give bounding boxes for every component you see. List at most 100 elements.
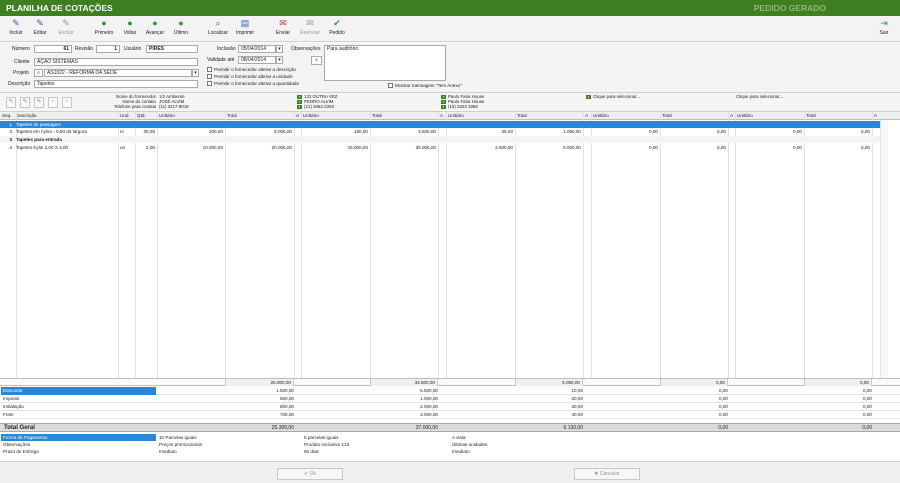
extra-row-instalacao[interactable]: Instalação 600,00 2.000,00 30,00 0,00 0,… bbox=[0, 403, 900, 411]
col-und[interactable]: Und. bbox=[120, 112, 134, 120]
table-row[interactable]: 1 Tapetes de passagem bbox=[0, 121, 880, 128]
send-icon: ✉ bbox=[279, 18, 287, 28]
calendar-dropdown-icon[interactable]: ▾ bbox=[276, 56, 283, 64]
col-a[interactable]: A bbox=[440, 112, 444, 120]
excluir-button[interactable]: ✎ Excluir bbox=[56, 18, 76, 40]
numero-field[interactable]: 61 bbox=[34, 45, 72, 53]
allow-description-checkbox[interactable]: Permitir o fornecedor alterar a descriçã… bbox=[207, 67, 296, 73]
col-unitario[interactable]: Unitário bbox=[448, 112, 508, 120]
table-row[interactable]: 2 Tapetes em nylon - 0,50 de largura m 3… bbox=[0, 128, 880, 135]
total-geral-row: Total Geral 25.300,00 37.000,00 6.130,00… bbox=[0, 423, 900, 432]
extra-row-frete[interactable]: Frete 700,00 3.000,00 40,00 0,00 0,00 bbox=[0, 411, 900, 419]
col-total[interactable]: Total bbox=[517, 112, 577, 120]
chevron-down-icon[interactable]: ▾ bbox=[192, 69, 199, 77]
column-divider bbox=[583, 112, 584, 378]
imprimir-button[interactable]: ▤ Imprimir bbox=[234, 18, 256, 40]
descricao-label: Descrição bbox=[8, 81, 31, 87]
supplier-column-3[interactable]: x Clique para selecionar... bbox=[586, 94, 640, 99]
supplier-column-4[interactable]: Clique para selecionar... bbox=[736, 94, 783, 99]
usuario-field[interactable]: PIRES bbox=[146, 45, 198, 53]
grid-tool-icon[interactable]: ✎ bbox=[20, 97, 30, 108]
incluir-button[interactable]: ✎ Incluir bbox=[6, 18, 26, 40]
grid-totals: 26.000,00 34.500,00 6.050,00 0,00 0,00 bbox=[0, 378, 900, 386]
cancelar-button[interactable]: ✖ Cancelar bbox=[574, 468, 640, 480]
pedido-button[interactable]: ✔ Pedido bbox=[326, 18, 348, 40]
revisao-field[interactable]: 1 bbox=[96, 45, 120, 53]
col-seq[interactable]: Seq. bbox=[2, 112, 16, 120]
column-divider bbox=[728, 112, 729, 378]
col-unitario[interactable]: Unitário bbox=[159, 112, 219, 120]
col-total[interactable]: Total bbox=[227, 112, 287, 120]
ultimo-button[interactable]: ● Último bbox=[171, 18, 191, 40]
grid-tool-icon[interactable]: ✎ bbox=[6, 97, 16, 108]
grid-tool-icon[interactable]: ✎ bbox=[34, 97, 44, 108]
col-unitario[interactable]: Unitário bbox=[303, 112, 363, 120]
col-descricao[interactable]: Descrição bbox=[16, 112, 116, 120]
column-divider bbox=[872, 112, 873, 378]
enviar-button[interactable]: ✉ Enviar bbox=[272, 18, 294, 40]
column-divider bbox=[591, 112, 592, 378]
grid-tool-icon[interactable]: ▫ bbox=[62, 97, 72, 108]
col-qtd[interactable]: Qtd. bbox=[137, 112, 157, 120]
observacoes-search-icon[interactable]: ⌕ bbox=[311, 56, 322, 65]
localizar-button[interactable]: ⌕ Localizar bbox=[205, 18, 231, 40]
column-divider bbox=[446, 112, 447, 378]
col-total[interactable]: Total bbox=[662, 112, 722, 120]
validade-label: Validade até bbox=[207, 57, 235, 63]
allow-unit-checkbox[interactable]: Permitir o fornecedor alterar a unidade bbox=[207, 74, 293, 80]
condition-row-prazo[interactable]: Prazo de Entrega Imediato 60 dias Imedia… bbox=[0, 448, 900, 455]
calendar-dropdown-icon[interactable]: ▾ bbox=[276, 45, 283, 53]
col-a[interactable]: A bbox=[296, 112, 300, 120]
grid-scrollbar[interactable] bbox=[880, 120, 888, 378]
descricao-field[interactable]: Tapetes bbox=[34, 80, 198, 88]
status-label: PEDIDO GERADO bbox=[753, 3, 826, 13]
observacoes-textarea[interactable]: Para auditório bbox=[324, 45, 446, 81]
table-row[interactable]: 4 Tapetes Kylin 2,00 X 3,00 un 2,00 10.0… bbox=[0, 144, 880, 151]
projeto-search-icon[interactable]: ⌕ bbox=[34, 69, 43, 77]
col-a[interactable]: A bbox=[874, 112, 878, 120]
add-document-icon: ✎ bbox=[12, 18, 20, 28]
voltar-button[interactable]: ● Voltar bbox=[120, 18, 140, 40]
extra-row-imposto[interactable]: Imposto 500,00 1.000,00 20,00 0,00 0,00 bbox=[0, 395, 900, 403]
supplier-column-1[interactable]: x 123 OUTRA VEZ x PEDRO ALVIM x (21) 3662-2… bbox=[297, 94, 337, 109]
col-total[interactable]: Total bbox=[372, 112, 432, 120]
column-divider bbox=[804, 112, 805, 378]
inclusao-date[interactable]: 05/04/2014 bbox=[238, 45, 276, 53]
col-unitario[interactable]: Unitário bbox=[737, 112, 797, 120]
delete-icon: ✎ bbox=[62, 18, 70, 28]
cliente-label: Cliente bbox=[14, 59, 30, 65]
col-unitario[interactable]: Unitário bbox=[593, 112, 653, 120]
allow-quantity-checkbox[interactable]: Permitir o fornecedor alterar a quantida… bbox=[207, 81, 299, 87]
mostrar-anexo-checkbox[interactable]: Mostrar mensagem "Tem Anexo" bbox=[388, 83, 462, 89]
previous-icon: ● bbox=[127, 18, 133, 28]
supplier-column-2[interactable]: x Paulo Faria House x Paulo Faria House x(… bbox=[441, 94, 484, 109]
table-row[interactable]: 3 Tapetes para entrada bbox=[0, 136, 880, 143]
condition-row-pagamento[interactable]: Forma de Pagamento 10 Parcelas iguais 5 … bbox=[0, 434, 900, 441]
quotation-header-form: Número 61 Revisão 1 Usuário PIRES Client… bbox=[0, 43, 900, 93]
validade-date[interactable]: 08/04/2014 bbox=[238, 56, 276, 64]
printer-icon: ▤ bbox=[240, 18, 250, 28]
projeto-select[interactable]: AS1022 - REFORMA DA SEDE bbox=[44, 69, 192, 77]
reenviar-button[interactable]: ✉ Reenviar bbox=[296, 18, 324, 40]
col-a[interactable]: A bbox=[585, 112, 589, 120]
grid-tool-icon[interactable]: ▫ bbox=[48, 97, 58, 108]
extra-row-desconto[interactable]: Desconto 1.500,00 5.500,00 10,00 0,00 0,… bbox=[0, 387, 900, 395]
title-bar: PLANILHA DE COTAÇÕES PEDIDO GERADO bbox=[0, 0, 900, 16]
cliente-field[interactable]: AÇÃO SISTEMAS bbox=[34, 58, 198, 66]
order-icon: ✔ bbox=[333, 18, 341, 28]
condition-row-observacoes[interactable]: Observações Preços promocionais Produto … bbox=[0, 441, 900, 448]
column-divider bbox=[118, 112, 119, 378]
col-a[interactable]: A bbox=[730, 112, 734, 120]
column-divider bbox=[135, 112, 136, 378]
next-icon: ● bbox=[152, 18, 158, 28]
col-total[interactable]: Total bbox=[806, 112, 866, 120]
avancar-button[interactable]: ● Avançar bbox=[143, 18, 167, 40]
column-divider bbox=[301, 112, 302, 378]
ok-button[interactable]: ✔ Ok bbox=[277, 468, 343, 480]
editar-button[interactable]: ✎ Editar bbox=[30, 18, 50, 40]
column-divider bbox=[735, 112, 736, 378]
primeiro-button[interactable]: ● Primeiro bbox=[92, 18, 116, 40]
excel-icon: x bbox=[586, 94, 591, 99]
sair-button[interactable]: ⇥ Sair bbox=[874, 18, 894, 40]
supplier-labels: Nome do fornecedor Nome do contato Telef… bbox=[114, 94, 157, 109]
